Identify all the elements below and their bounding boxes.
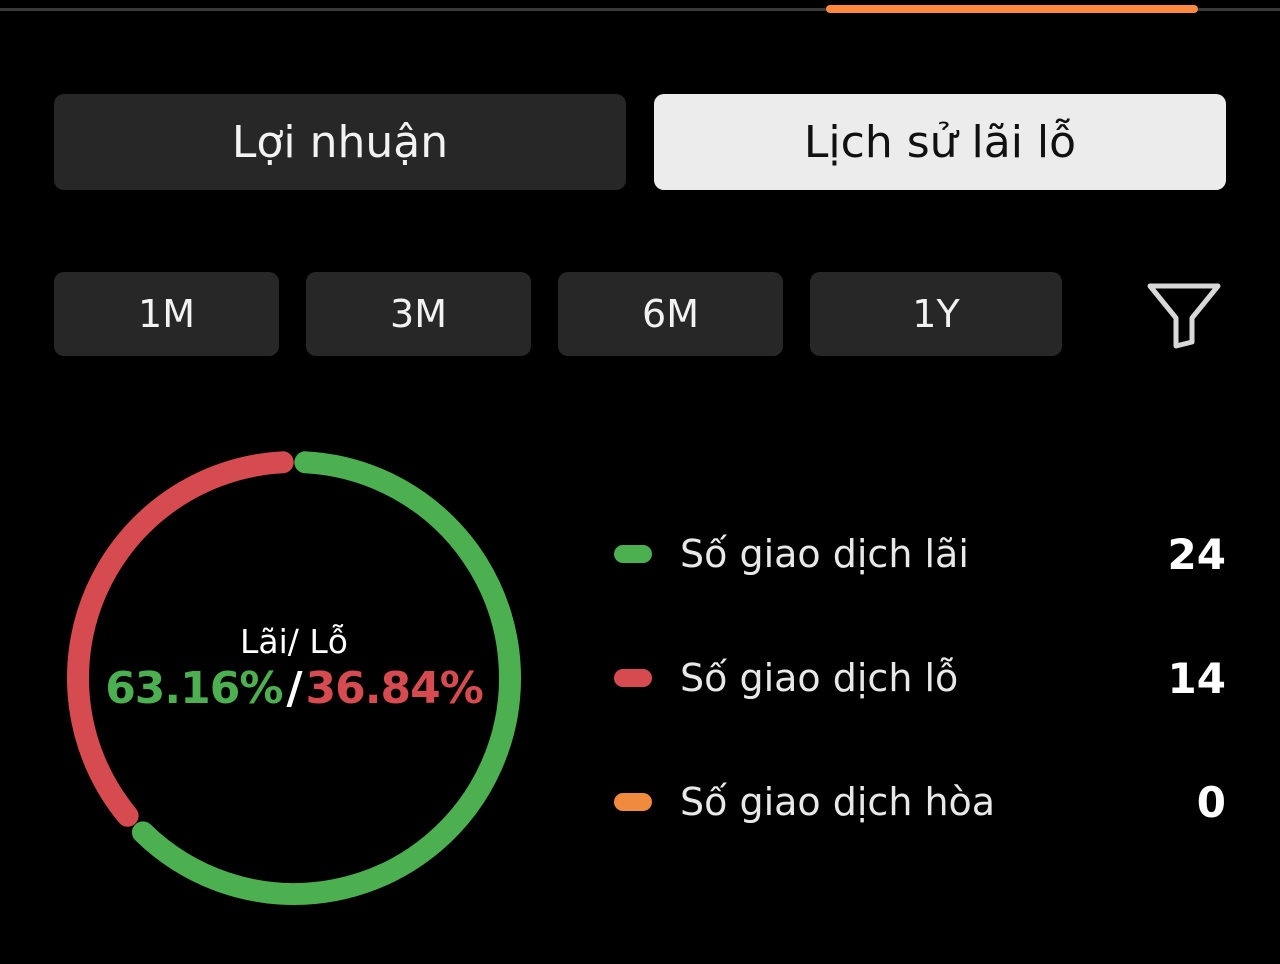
win-loss-percentages: 63.16%/36.84% (105, 663, 484, 714)
legend-dot-loss (614, 669, 652, 687)
legend-value-draw: 0 (1196, 777, 1226, 827)
legend-label-win: Số giao dịch lãi (680, 532, 969, 576)
active-tab-indicator (826, 5, 1198, 13)
filter-button[interactable] (1142, 278, 1226, 352)
percentage-separator: / (286, 663, 302, 714)
legend-label-draw: Số giao dịch hòa (680, 780, 996, 824)
legend-item-draw: Số giao dịch hòa 0 (614, 772, 1226, 832)
legend-label-loss: Số giao dịch lỗ (680, 656, 959, 700)
donut-center: Lãi/ Lỗ 63.16%/36.84% (54, 438, 534, 918)
legend-dot-draw (614, 793, 652, 811)
win-percentage: 63.16% (105, 663, 283, 714)
pnl-history-screen: Lợi nhuận Lịch sử lãi lỗ 1M 3M 6M 1Y Lãi… (0, 0, 1280, 964)
legend-value-loss: 14 (1167, 653, 1226, 703)
period-6m-button[interactable]: 6M (558, 272, 783, 356)
legend-item-loss: Số giao dịch lỗ 14 (614, 648, 1226, 708)
legend-item-win: Số giao dịch lãi 24 (614, 524, 1226, 584)
period-1m-button[interactable]: 1M (54, 272, 279, 356)
tab-profit[interactable]: Lợi nhuận (54, 94, 626, 190)
win-loss-title: Lãi/ Lỗ (240, 622, 348, 661)
legend-dot-win (614, 545, 652, 563)
period-3m-button[interactable]: 3M (306, 272, 531, 356)
tab-pnl-history[interactable]: Lịch sử lãi lỗ (654, 94, 1226, 190)
loss-percentage: 36.84% (305, 663, 484, 714)
period-1y-button[interactable]: 1Y (810, 272, 1062, 356)
filter-funnel-icon (1147, 283, 1221, 349)
legend-value-win: 24 (1167, 529, 1226, 579)
